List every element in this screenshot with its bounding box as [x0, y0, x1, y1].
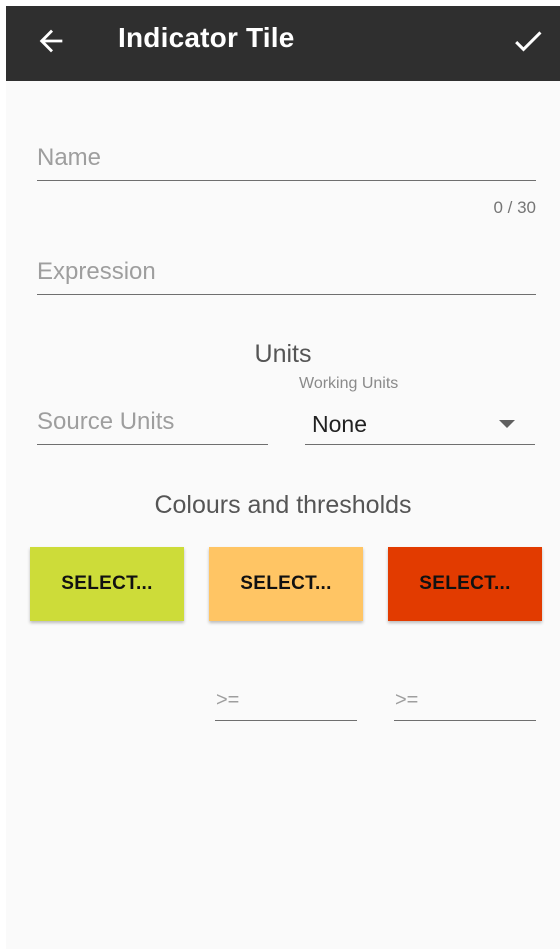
colours-heading: Colours and thresholds: [154, 491, 412, 519]
select-colour-button-2[interactable]: SELECT...: [209, 547, 363, 621]
name-character-counter: 0 / 30: [493, 198, 536, 217]
working-units-selected: None: [312, 411, 367, 437]
name-placeholder: Name: [37, 144, 102, 171]
source-units-field[interactable]: Source Units: [37, 400, 268, 445]
dropdown-arrow-icon: [499, 420, 515, 428]
source-units-placeholder: Source Units: [37, 408, 175, 435]
select-colour-button-1[interactable]: SELECT...: [30, 547, 184, 621]
expression-field[interactable]: Expression: [37, 250, 536, 295]
threshold-input-2[interactable]: >=: [394, 678, 536, 721]
arrow-back-icon[interactable]: [34, 24, 68, 58]
page-title: Indicator Tile: [118, 22, 295, 53]
units-heading: Units: [254, 340, 312, 368]
check-icon[interactable]: [510, 23, 546, 59]
expression-placeholder: Expression: [37, 258, 156, 285]
working-units-dropdown[interactable]: None: [305, 404, 535, 445]
working-units-label: Working Units: [299, 375, 399, 392]
name-field[interactable]: Name: [37, 136, 536, 181]
threshold-1-placeholder: >=: [216, 689, 240, 711]
threshold-input-1[interactable]: >=: [215, 678, 357, 721]
select-colour-button-3[interactable]: SELECT...: [388, 547, 542, 621]
app-bar: Indicator Tile: [6, 6, 560, 81]
screen: Indicator Tile Name 0 / 30 Expression Un…: [6, 6, 560, 949]
threshold-2-placeholder: >=: [395, 689, 419, 711]
